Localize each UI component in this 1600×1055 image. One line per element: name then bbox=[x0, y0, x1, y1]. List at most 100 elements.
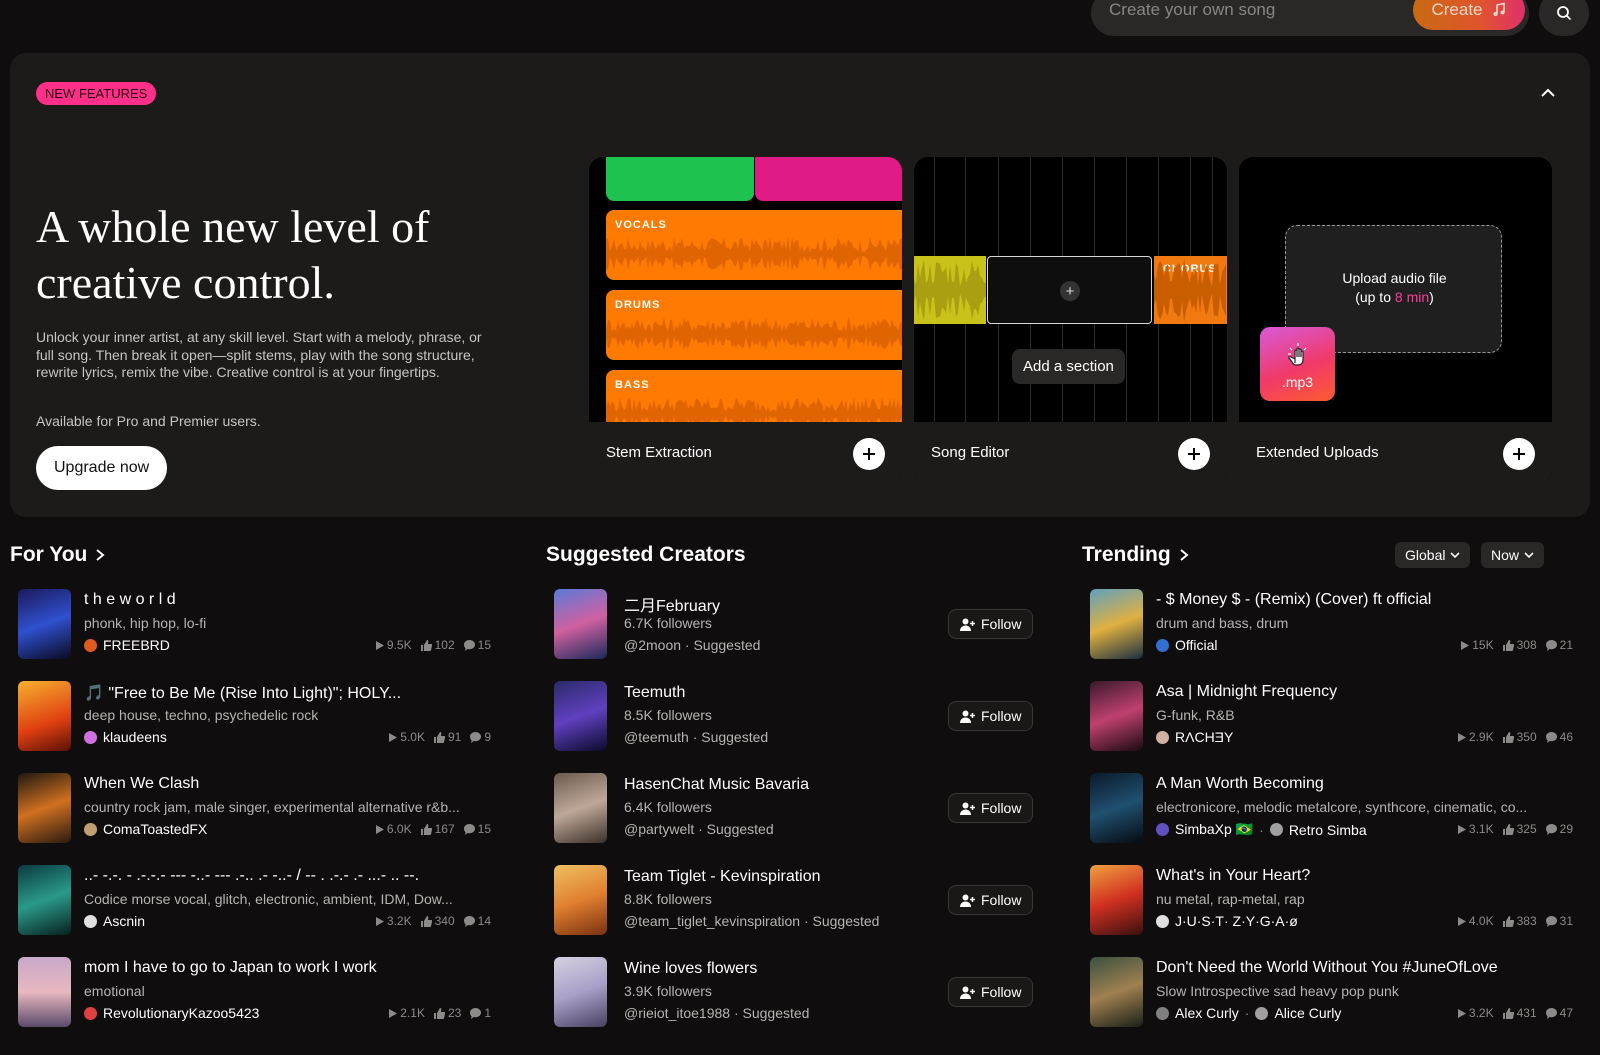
likes-count[interactable]: 325 bbox=[1502, 822, 1537, 836]
creator-avatar[interactable] bbox=[554, 957, 607, 1027]
artist-name[interactable]: Ascnin bbox=[103, 913, 145, 929]
song-row[interactable]: ..- -.-. - .-.-.- --- -..- --- .-.. .- -… bbox=[18, 865, 491, 937]
upgrade-now-button[interactable]: Upgrade now bbox=[36, 446, 168, 490]
song-artist[interactable]: FREEBRD bbox=[84, 637, 182, 653]
song-title[interactable]: What's in Your Heart? bbox=[1156, 867, 1310, 885]
follow-button[interactable]: Follow bbox=[948, 609, 1034, 639]
likes-count[interactable]: 383 bbox=[1502, 914, 1537, 928]
song-editor-add-button[interactable] bbox=[1178, 438, 1210, 470]
empty-section-slot[interactable]: + bbox=[987, 256, 1152, 324]
song-artist[interactable]: Official bbox=[1156, 637, 1230, 653]
artist-name[interactable]: RΛCHƎY bbox=[1175, 729, 1233, 745]
song-title[interactable]: ..- -.-. - .-.-.- --- -..- --- .-.. .- -… bbox=[84, 867, 424, 885]
comments-count[interactable]: 15 bbox=[463, 638, 491, 652]
song-row[interactable]: 🎵 "Free to Be Me (Rise Into Light)"; HOL… bbox=[18, 681, 491, 753]
song-cover-art[interactable] bbox=[1090, 681, 1143, 751]
song-artist[interactable]: klaudeens bbox=[84, 729, 179, 745]
creator-name[interactable]: Wine loves flowers bbox=[624, 960, 757, 978]
comments-count[interactable]: 47 bbox=[1545, 1006, 1573, 1020]
song-cover-art[interactable] bbox=[18, 865, 71, 935]
artist-name[interactable]: FREEBRD bbox=[103, 637, 170, 653]
artist-name[interactable]: ComaToastedFX bbox=[103, 821, 207, 837]
likes-count[interactable]: 23 bbox=[433, 1006, 461, 1020]
stem-extraction-card[interactable]: VOCALS DRUMS BASS Stem Extraction bbox=[589, 157, 902, 484]
song-title[interactable]: 🎵 "Free to Be Me (Rise Into Light)"; HOL… bbox=[84, 683, 401, 703]
artist-name-2[interactable]: Retro Simba bbox=[1289, 822, 1367, 838]
song-artist[interactable]: Alex Curly · Alice Curly bbox=[1156, 1005, 1341, 1021]
song-editor-card[interactable]: + CHORUS Add a section Song Editor bbox=[914, 157, 1227, 484]
song-title[interactable]: t h e w o r l d bbox=[84, 591, 176, 609]
search-button[interactable] bbox=[1539, 0, 1589, 36]
song-artist[interactable]: SimbaXp 🇧🇷 · Retro Simba bbox=[1156, 821, 1367, 838]
extended-uploads-add-button[interactable] bbox=[1503, 438, 1535, 470]
song-row[interactable]: t h e w o r l d phonk, hip hop, lo-fi FR… bbox=[18, 589, 491, 661]
song-cover-art[interactable] bbox=[18, 957, 71, 1027]
creator-name[interactable]: Team Tiglet - Kevinspiration bbox=[624, 868, 821, 886]
likes-count[interactable]: 308 bbox=[1502, 638, 1537, 652]
song-row[interactable]: When We Clash country rock jam, male sin… bbox=[18, 773, 491, 845]
creator-avatar[interactable] bbox=[554, 773, 607, 843]
creator-name[interactable]: 二月February bbox=[624, 592, 720, 616]
artist-name-2[interactable]: Alice Curly bbox=[1274, 1005, 1341, 1021]
create-song-input[interactable]: Create your own song Create bbox=[1091, 0, 1529, 36]
creator-row[interactable]: Wine loves flowers 3.9K followers @rieio… bbox=[554, 957, 1046, 1029]
song-cover-art[interactable] bbox=[18, 589, 71, 659]
region-filter-dropdown[interactable]: Global bbox=[1395, 542, 1471, 568]
song-artist[interactable]: ComaToastedFX bbox=[84, 821, 219, 837]
comments-count[interactable]: 9 bbox=[470, 730, 491, 744]
song-title[interactable]: mom I have to go to Japan to work I work bbox=[84, 959, 377, 977]
artist-name[interactable]: SimbaXp 🇧🇷 bbox=[1175, 821, 1253, 838]
follow-button[interactable]: Follow bbox=[948, 885, 1034, 915]
comments-count[interactable]: 46 bbox=[1545, 730, 1573, 744]
song-artist[interactable]: RΛCHƎY bbox=[1156, 729, 1245, 745]
creator-row[interactable]: Teemuth 8.5K followers @teemuth · Sugges… bbox=[554, 681, 1046, 753]
artist-name[interactable]: Alex Curly bbox=[1175, 1005, 1239, 1021]
artist-name[interactable]: klaudeens bbox=[103, 729, 167, 745]
song-title[interactable]: Asa | Midnight Frequency bbox=[1156, 683, 1337, 701]
song-row[interactable]: Don't Need the World Without You #JuneOf… bbox=[1090, 957, 1573, 1029]
likes-count[interactable]: 91 bbox=[433, 730, 461, 744]
artist-name[interactable]: J·U·S·T· Z·Y·G·A·ø bbox=[1175, 913, 1298, 929]
creator-row[interactable]: HasenChat Music Bavaria 6.4K followers @… bbox=[554, 773, 1046, 845]
extended-uploads-card[interactable]: Upload audio file (up to 8 min) .mp3 Ext… bbox=[1239, 157, 1552, 484]
song-row[interactable]: A Man Worth Becoming electronicore, melo… bbox=[1090, 773, 1573, 845]
create-button[interactable]: Create bbox=[1413, 0, 1525, 30]
comments-count[interactable]: 31 bbox=[1545, 914, 1573, 928]
song-cover-art[interactable] bbox=[1090, 589, 1143, 659]
creator-name[interactable]: Teemuth bbox=[624, 684, 685, 702]
follow-button[interactable]: Follow bbox=[948, 977, 1034, 1007]
chevron-up-icon[interactable] bbox=[1536, 81, 1560, 105]
comments-count[interactable]: 21 bbox=[1545, 638, 1573, 652]
song-artist[interactable]: J·U·S·T· Z·Y·G·A·ø bbox=[1156, 913, 1310, 929]
trending-header[interactable]: Trending bbox=[1082, 543, 1189, 567]
song-row[interactable]: What's in Your Heart? nu metal, rap-meta… bbox=[1090, 865, 1573, 937]
creator-avatar[interactable] bbox=[554, 865, 607, 935]
creator-name[interactable]: HasenChat Music Bavaria bbox=[624, 776, 809, 794]
song-cover-art[interactable] bbox=[1090, 773, 1143, 843]
artist-name[interactable]: RevolutionaryKazoo5423 bbox=[103, 1005, 259, 1021]
song-title[interactable]: A Man Worth Becoming bbox=[1156, 775, 1324, 793]
song-row[interactable]: Asa | Midnight Frequency G-funk, R&B RΛC… bbox=[1090, 681, 1573, 753]
time-filter-dropdown[interactable]: Now bbox=[1481, 542, 1545, 568]
song-artist[interactable]: RevolutionaryKazoo5423 bbox=[84, 1005, 271, 1021]
comments-count[interactable]: 1 bbox=[470, 1006, 491, 1020]
likes-count[interactable]: 102 bbox=[420, 638, 455, 652]
song-cover-art[interactable] bbox=[18, 773, 71, 843]
follow-button[interactable]: Follow bbox=[948, 793, 1034, 823]
creator-row[interactable]: Team Tiglet - Kevinspiration 8.8K follow… bbox=[554, 865, 1046, 937]
song-cover-art[interactable] bbox=[1090, 865, 1143, 935]
likes-count[interactable]: 350 bbox=[1502, 730, 1537, 744]
stem-extraction-add-button[interactable] bbox=[853, 438, 885, 470]
for-you-header[interactable]: For You bbox=[10, 543, 105, 567]
creator-avatar[interactable] bbox=[554, 681, 607, 751]
follow-button[interactable]: Follow bbox=[948, 701, 1034, 731]
likes-count[interactable]: 431 bbox=[1502, 1006, 1537, 1020]
comments-count[interactable]: 29 bbox=[1545, 822, 1573, 836]
song-cover-art[interactable] bbox=[18, 681, 71, 751]
song-artist[interactable]: Ascnin bbox=[84, 913, 157, 929]
song-row[interactable]: - $ Money $ - (Remix) (Cover) ft officia… bbox=[1090, 589, 1573, 661]
creator-avatar[interactable] bbox=[554, 589, 607, 659]
song-title[interactable]: - $ Money $ - (Remix) (Cover) ft officia… bbox=[1156, 591, 1431, 609]
song-row[interactable]: mom I have to go to Japan to work I work… bbox=[18, 957, 491, 1029]
song-title[interactable]: Don't Need the World Without You #JuneOf… bbox=[1156, 959, 1498, 977]
